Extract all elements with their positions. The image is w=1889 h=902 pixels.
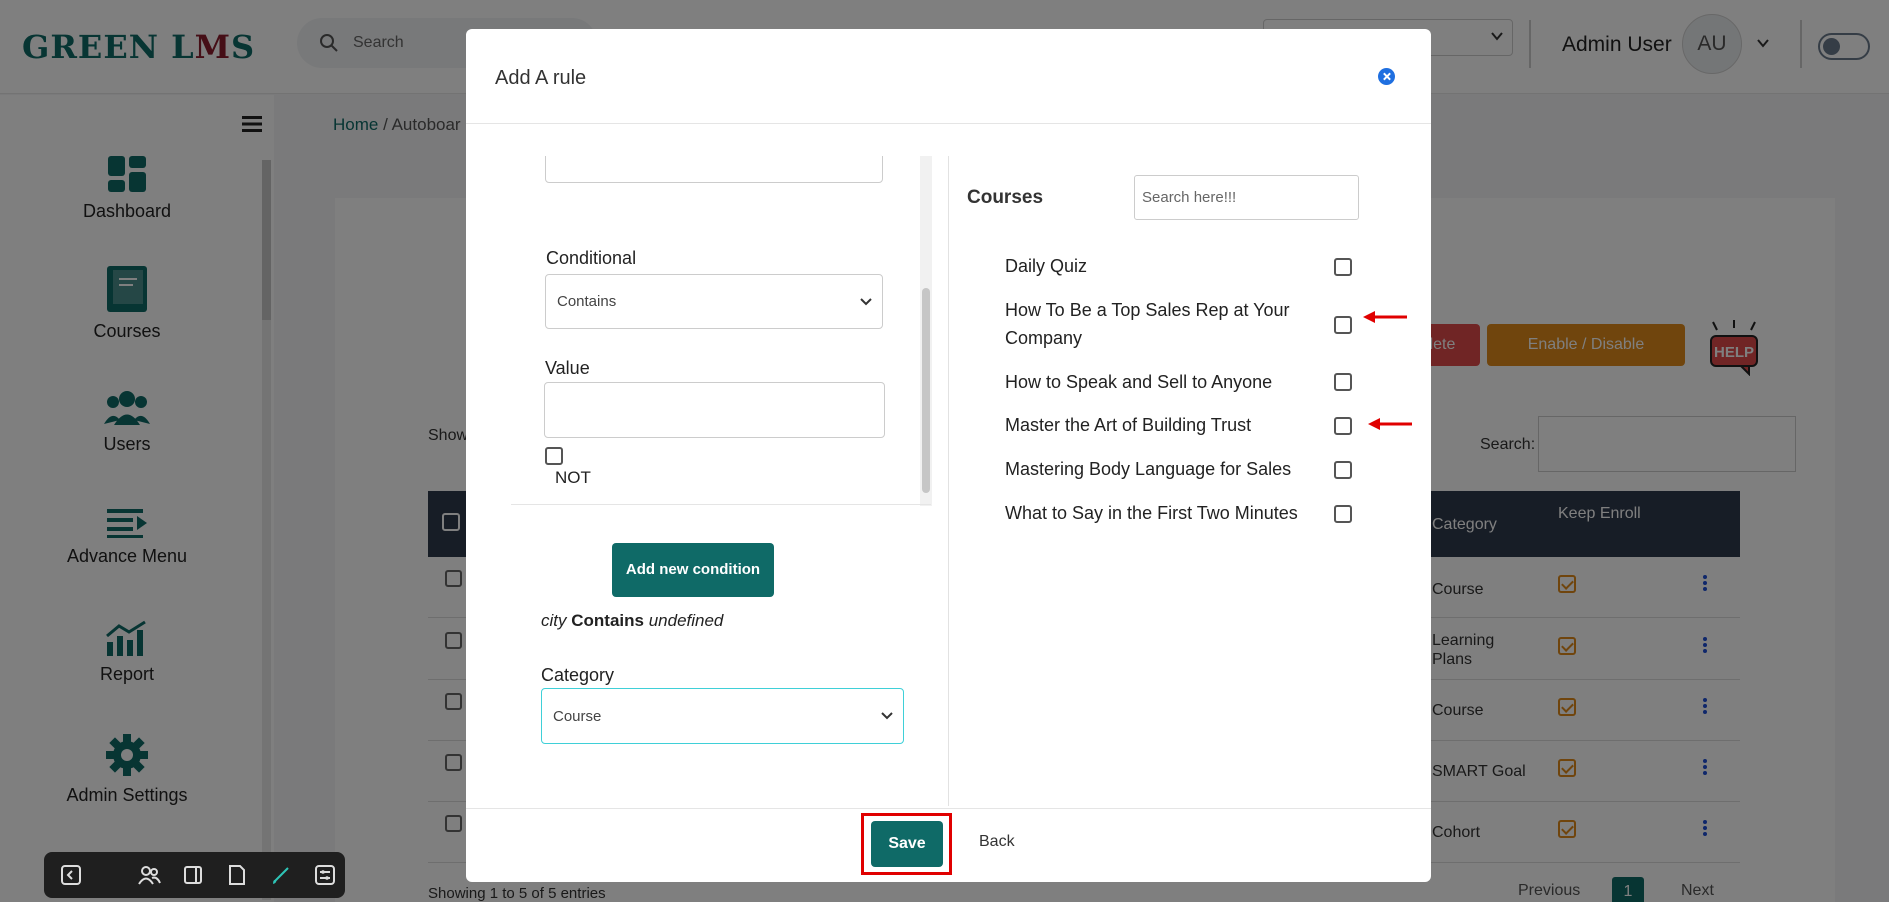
course-checkbox[interactable] <box>1334 417 1352 435</box>
course-item: Master the Art of Building Trust <box>1005 415 1252 435</box>
courses-title: Courses <box>967 187 1044 208</box>
course-item: How to Speak and Sell to Anyone <box>1005 372 1273 392</box>
back-button[interactable]: Back <box>979 833 1015 851</box>
courses-search-input[interactable]: Search here!!! <box>1134 175 1359 220</box>
users-icon[interactable] <box>134 860 164 890</box>
divider <box>511 504 931 505</box>
settings-sliders-icon[interactable] <box>310 860 340 890</box>
course-checkbox[interactable] <box>1334 316 1352 334</box>
conditional-label: Conditional <box>546 248 637 268</box>
course-checkbox[interactable] <box>1334 461 1352 479</box>
course-item: How To Be a Top Sales Rep at Your Compan… <box>1005 300 1290 348</box>
red-arrow-icon <box>1363 311 1407 323</box>
save-button[interactable]: Save <box>871 821 943 867</box>
chevron-down-icon <box>860 297 872 305</box>
red-arrow-icon <box>1368 418 1412 430</box>
value-label: Value <box>545 358 590 378</box>
course-checkbox[interactable] <box>1334 505 1352 523</box>
conditions-panel: Conditional Contains Value NOT <box>466 156 936 506</box>
chevron-down-icon <box>881 712 893 720</box>
close-icon[interactable] <box>1378 68 1395 85</box>
modal-header: Add A rule <box>466 29 1431 124</box>
course-checkbox[interactable] <box>1334 373 1352 391</box>
panel-scrollbar[interactable] <box>920 156 932 506</box>
conditional-select[interactable]: Contains <box>545 274 883 329</box>
condition-summary: city Contains undefined <box>541 611 724 630</box>
modal-title: Add A rule <box>495 67 587 89</box>
modal-footer: Save Back <box>466 808 1431 882</box>
collapse-icon[interactable] <box>56 860 86 890</box>
page-icon[interactable] <box>178 860 208 890</box>
not-label: NOT <box>555 468 591 487</box>
category-label: Category <box>541 665 615 685</box>
course-item: Mastering Body Language for Sales <box>1005 459 1292 479</box>
brush-icon[interactable] <box>266 860 296 890</box>
value-input[interactable] <box>544 382 885 438</box>
clipped-input[interactable] <box>545 156 883 183</box>
course-item: What to Say in the First Two Minutes <box>1005 503 1298 523</box>
column-divider <box>948 156 949 806</box>
add-rule-modal: Add A rule Conditional Contains Value NO… <box>466 29 1431 882</box>
course-checkbox[interactable] <box>1334 258 1352 276</box>
category-select[interactable]: Course <box>541 688 904 744</box>
floating-toolbar <box>44 852 345 898</box>
add-new-condition-button[interactable]: Add new condition <box>612 543 774 597</box>
course-item: Daily Quiz <box>1005 256 1088 276</box>
document-icon[interactable] <box>222 860 252 890</box>
not-checkbox[interactable] <box>545 447 563 465</box>
